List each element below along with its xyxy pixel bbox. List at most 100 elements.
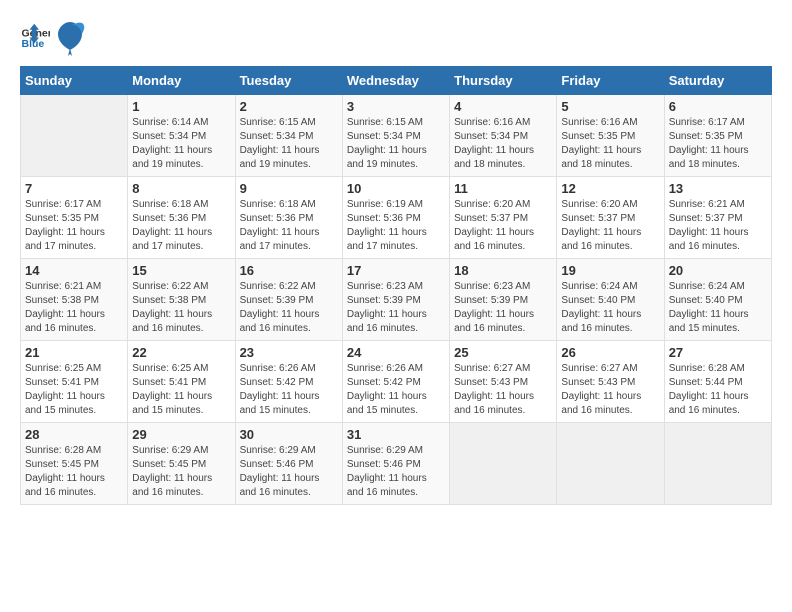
day-number: 26: [561, 345, 659, 360]
calendar-header-row: SundayMondayTuesdayWednesdayThursdayFrid…: [21, 67, 772, 95]
day-info: Sunrise: 6:18 AM Sunset: 5:36 PM Dayligh…: [240, 198, 338, 254]
logo-bird-icon: [54, 20, 86, 56]
day-info: Sunrise: 6:27 AM Sunset: 5:43 PM Dayligh…: [561, 362, 659, 418]
calendar-cell: [21, 95, 128, 177]
calendar-cell: [664, 423, 771, 505]
day-number: 23: [240, 345, 338, 360]
day-number: 30: [240, 427, 338, 442]
day-info: Sunrise: 6:25 AM Sunset: 5:41 PM Dayligh…: [25, 362, 123, 418]
calendar-cell: 29 Sunrise: 6:29 AM Sunset: 5:45 PM Dayli…: [128, 423, 235, 505]
calendar-week-row: 14 Sunrise: 6:21 AM Sunset: 5:38 PM Dayli…: [21, 259, 772, 341]
calendar-week-row: 21 Sunrise: 6:25 AM Sunset: 5:41 PM Dayli…: [21, 341, 772, 423]
day-info: Sunrise: 6:19 AM Sunset: 5:36 PM Dayligh…: [347, 198, 445, 254]
day-info: Sunrise: 6:28 AM Sunset: 5:44 PM Dayligh…: [669, 362, 767, 418]
day-info: Sunrise: 6:15 AM Sunset: 5:34 PM Dayligh…: [240, 116, 338, 172]
calendar-cell: 18Sunrise: 6:23 AM Sunset: 5:39 PM Dayli…: [450, 259, 557, 341]
calendar-cell: 28 Sunrise: 6:28 AM Sunset: 5:45 PM Dayli…: [21, 423, 128, 505]
day-info: Sunrise: 6:17 AM Sunset: 5:35 PM Dayligh…: [25, 198, 123, 254]
calendar-cell: 25 Sunrise: 6:27 AM Sunset: 5:43 PM Dayli…: [450, 341, 557, 423]
calendar-cell: 31 Sunrise: 6:29 AM Sunset: 5:46 PM Dayli…: [342, 423, 449, 505]
day-info: Sunrise: 6:22 AM Sunset: 5:39 PM Dayligh…: [240, 280, 338, 336]
day-info: Sunrise: 6:20 AM Sunset: 5:37 PM Dayligh…: [454, 198, 552, 254]
day-number: 11: [454, 181, 552, 196]
day-info: Sunrise: 6:16 AM Sunset: 5:35 PM Dayligh…: [561, 116, 659, 172]
calendar-cell: 12 Sunrise: 6:20 AM Sunset: 5:37 PM Dayli…: [557, 177, 664, 259]
day-number: 29: [132, 427, 230, 442]
day-number: 4: [454, 99, 552, 114]
day-info: Sunrise: 6:18 AM Sunset: 5:36 PM Dayligh…: [132, 198, 230, 254]
calendar-cell: 3Sunrise: 6:15 AM Sunset: 5:34 PM Daylig…: [342, 95, 449, 177]
calendar-cell: 15Sunrise: 6:22 AM Sunset: 5:38 PM Dayli…: [128, 259, 235, 341]
calendar-week-row: 7 Sunrise: 6:17 AM Sunset: 5:35 PM Daylig…: [21, 177, 772, 259]
day-number: 13: [669, 181, 767, 196]
logo: General Blue: [20, 20, 90, 56]
page-header: General Blue: [20, 20, 772, 56]
day-info: Sunrise: 6:24 AM Sunset: 5:40 PM Dayligh…: [561, 280, 659, 336]
calendar-cell: [450, 423, 557, 505]
day-info: Sunrise: 6:17 AM Sunset: 5:35 PM Dayligh…: [669, 116, 767, 172]
calendar-cell: 19 Sunrise: 6:24 AM Sunset: 5:40 PM Dayli…: [557, 259, 664, 341]
day-info: Sunrise: 6:20 AM Sunset: 5:37 PM Dayligh…: [561, 198, 659, 254]
day-number: 14: [25, 263, 123, 278]
day-info: Sunrise: 6:15 AM Sunset: 5:34 PM Dayligh…: [347, 116, 445, 172]
day-number: 12: [561, 181, 659, 196]
header-day-thursday: Thursday: [450, 67, 557, 95]
calendar-cell: 10 Sunrise: 6:19 AM Sunset: 5:36 PM Dayli…: [342, 177, 449, 259]
day-number: 28: [25, 427, 123, 442]
day-number: 1: [132, 99, 230, 114]
day-info: Sunrise: 6:21 AM Sunset: 5:37 PM Dayligh…: [669, 198, 767, 254]
calendar-cell: 1 Sunrise: 6:14 AM Sunset: 5:34 PM Daylig…: [128, 95, 235, 177]
logo-icon: General Blue: [20, 23, 50, 53]
day-number: 20: [669, 263, 767, 278]
day-info: Sunrise: 6:16 AM Sunset: 5:34 PM Dayligh…: [454, 116, 552, 172]
calendar-cell: 17 Sunrise: 6:23 AM Sunset: 5:39 PM Dayli…: [342, 259, 449, 341]
day-number: 19: [561, 263, 659, 278]
calendar-cell: 23 Sunrise: 6:26 AM Sunset: 5:42 PM Dayli…: [235, 341, 342, 423]
calendar-cell: 14 Sunrise: 6:21 AM Sunset: 5:38 PM Dayli…: [21, 259, 128, 341]
day-info: Sunrise: 6:23 AM Sunset: 5:39 PM Dayligh…: [347, 280, 445, 336]
calendar-cell: [557, 423, 664, 505]
day-info: Sunrise: 6:14 AM Sunset: 5:34 PM Dayligh…: [132, 116, 230, 172]
calendar-cell: 5 Sunrise: 6:16 AM Sunset: 5:35 PM Daylig…: [557, 95, 664, 177]
calendar-cell: 4 Sunrise: 6:16 AM Sunset: 5:34 PM Daylig…: [450, 95, 557, 177]
day-info: Sunrise: 6:29 AM Sunset: 5:46 PM Dayligh…: [240, 444, 338, 500]
day-number: 21: [25, 345, 123, 360]
day-number: 9: [240, 181, 338, 196]
header-day-wednesday: Wednesday: [342, 67, 449, 95]
calendar-cell: 27Sunrise: 6:28 AM Sunset: 5:44 PM Dayli…: [664, 341, 771, 423]
day-info: Sunrise: 6:27 AM Sunset: 5:43 PM Dayligh…: [454, 362, 552, 418]
day-info: Sunrise: 6:29 AM Sunset: 5:46 PM Dayligh…: [347, 444, 445, 500]
day-info: Sunrise: 6:26 AM Sunset: 5:42 PM Dayligh…: [240, 362, 338, 418]
day-number: 8: [132, 181, 230, 196]
calendar-week-row: 28 Sunrise: 6:28 AM Sunset: 5:45 PM Dayli…: [21, 423, 772, 505]
calendar-cell: 22Sunrise: 6:25 AM Sunset: 5:41 PM Dayli…: [128, 341, 235, 423]
header-day-monday: Monday: [128, 67, 235, 95]
day-info: Sunrise: 6:21 AM Sunset: 5:38 PM Dayligh…: [25, 280, 123, 336]
calendar-cell: 26 Sunrise: 6:27 AM Sunset: 5:43 PM Dayli…: [557, 341, 664, 423]
day-info: Sunrise: 6:28 AM Sunset: 5:45 PM Dayligh…: [25, 444, 123, 500]
day-info: Sunrise: 6:29 AM Sunset: 5:45 PM Dayligh…: [132, 444, 230, 500]
day-number: 2: [240, 99, 338, 114]
calendar-cell: 30 Sunrise: 6:29 AM Sunset: 5:46 PM Dayli…: [235, 423, 342, 505]
header-day-tuesday: Tuesday: [235, 67, 342, 95]
day-info: Sunrise: 6:26 AM Sunset: 5:42 PM Dayligh…: [347, 362, 445, 418]
calendar-table: SundayMondayTuesdayWednesdayThursdayFrid…: [20, 66, 772, 505]
header-day-friday: Friday: [557, 67, 664, 95]
day-number: 10: [347, 181, 445, 196]
calendar-cell: 2 Sunrise: 6:15 AM Sunset: 5:34 PM Daylig…: [235, 95, 342, 177]
calendar-cell: 16Sunrise: 6:22 AM Sunset: 5:39 PM Dayli…: [235, 259, 342, 341]
day-number: 31: [347, 427, 445, 442]
day-number: 17: [347, 263, 445, 278]
calendar-cell: 11 Sunrise: 6:20 AM Sunset: 5:37 PM Dayli…: [450, 177, 557, 259]
calendar-cell: 8 Sunrise: 6:18 AM Sunset: 5:36 PM Daylig…: [128, 177, 235, 259]
calendar-week-row: 1 Sunrise: 6:14 AM Sunset: 5:34 PM Daylig…: [21, 95, 772, 177]
day-number: 7: [25, 181, 123, 196]
calendar-cell: 6 Sunrise: 6:17 AM Sunset: 5:35 PM Daylig…: [664, 95, 771, 177]
calendar-cell: 13 Sunrise: 6:21 AM Sunset: 5:37 PM Dayli…: [664, 177, 771, 259]
day-number: 25: [454, 345, 552, 360]
calendar-cell: 24Sunrise: 6:26 AM Sunset: 5:42 PM Dayli…: [342, 341, 449, 423]
day-number: 18: [454, 263, 552, 278]
day-number: 6: [669, 99, 767, 114]
day-number: 5: [561, 99, 659, 114]
calendar-cell: 7 Sunrise: 6:17 AM Sunset: 5:35 PM Daylig…: [21, 177, 128, 259]
